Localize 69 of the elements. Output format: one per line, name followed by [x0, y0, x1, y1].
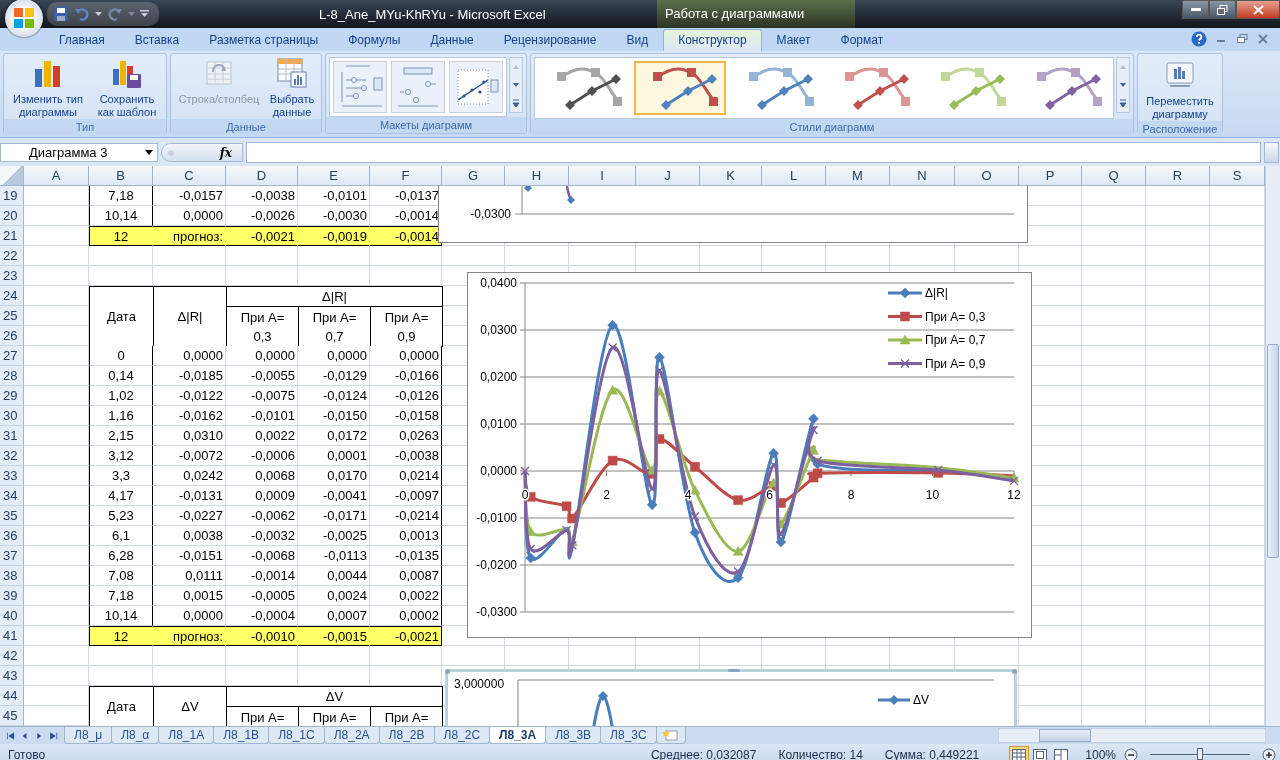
- axis-label: 8: [847, 488, 855, 502]
- legend-label: Δ|R|: [925, 286, 948, 300]
- axis-label: -0,0300: [470, 207, 511, 221]
- table-cell: -0,0010: [226, 626, 298, 646]
- table-cell: 0,14: [89, 366, 153, 386]
- axis-label: -0,0200: [476, 558, 517, 572]
- group-label: Стили диаграмм: [531, 119, 1133, 135]
- axis-label: 0,0300: [480, 323, 517, 337]
- table-cell: 10,14: [89, 206, 153, 226]
- table-cell: 10,14: [89, 606, 153, 626]
- table-cell: 12: [89, 226, 153, 246]
- table-cell: -0,0021: [226, 226, 298, 246]
- column-header-cell: При А=: [370, 306, 443, 327]
- column-header-cell: Дата: [89, 686, 154, 726]
- column-header-cell: 0,9: [370, 326, 443, 347]
- column-header-cell: Δ|R|: [226, 286, 443, 307]
- table-cell: 4,17: [89, 486, 153, 506]
- legend-label: При А= 0,3: [925, 309, 986, 324]
- table-cell: прогноз:: [153, 626, 226, 646]
- legend-label: При А= 0,9: [925, 356, 986, 371]
- window-title: L-8_Ane_MYu-KhRYu - Microsoft Excel: [319, 6, 547, 22]
- table-cell: -0,0015: [298, 626, 370, 646]
- table-cell: 5,23: [89, 506, 153, 526]
- table-cell: 3,3: [89, 466, 153, 486]
- table-cell: 1,16: [89, 406, 153, 426]
- table-cell: 7,18: [89, 186, 153, 206]
- table-cell: -0,0021: [370, 626, 442, 646]
- axis-label: 6: [766, 488, 773, 502]
- legend-label: ΔV: [913, 693, 930, 707]
- table-cell: 2,15: [89, 426, 153, 446]
- table-cell: 3,12: [89, 446, 153, 466]
- column-header-cell: При А=: [226, 706, 299, 726]
- table-cell: 1,02: [89, 386, 153, 406]
- table-cell: 7,08: [89, 566, 153, 586]
- axis-label: 4: [684, 488, 692, 502]
- table-cell: -0,0014: [370, 226, 442, 246]
- axis-label: 0,0200: [480, 370, 517, 384]
- table-cell: прогноз:: [153, 226, 226, 246]
- group-label: Данные: [171, 119, 321, 135]
- group-label: Расположение: [1138, 121, 1222, 137]
- column-header-cell: Δ|R|: [153, 286, 227, 347]
- table-cell: 12: [89, 626, 153, 646]
- table-cell: 7,18: [89, 586, 153, 606]
- column-header-cell: При А=: [298, 706, 371, 726]
- context-title: Работа с диаграммами: [657, 0, 855, 28]
- status-text: Готово: [8, 747, 47, 760]
- table-cell: -0,0019: [298, 226, 370, 246]
- column-header-cell: При А=: [370, 706, 443, 726]
- axis-label: 12: [1007, 488, 1021, 502]
- axis-label: -0,0300: [476, 605, 517, 619]
- axis-label: 0,0000: [480, 464, 517, 478]
- table-cell: 6,1: [89, 526, 153, 546]
- column-header-cell: ΔV: [153, 686, 227, 726]
- table-cell: 0: [89, 346, 153, 366]
- group-label: Макеты диаграмм: [326, 117, 526, 133]
- legend-label: При А= 0,7: [925, 333, 986, 347]
- column-header-cell: ΔV: [226, 686, 443, 707]
- column-header-cell: Дата: [89, 286, 154, 347]
- axis-label: -0,0100: [476, 511, 517, 525]
- axis-label: 3,000000: [454, 677, 505, 691]
- axis-label: 0,0100: [480, 417, 517, 431]
- status-statistic: Количество: 14: [778, 747, 863, 760]
- axis-label: 2: [603, 488, 610, 502]
- table-cell: 0,0000: [370, 346, 442, 366]
- table-cell: 6,28: [89, 546, 153, 566]
- axis-label: 0,0400: [480, 276, 517, 290]
- axis-label: 0: [521, 488, 529, 502]
- group-label: Тип: [4, 119, 166, 135]
- axis-label: 10: [925, 488, 940, 502]
